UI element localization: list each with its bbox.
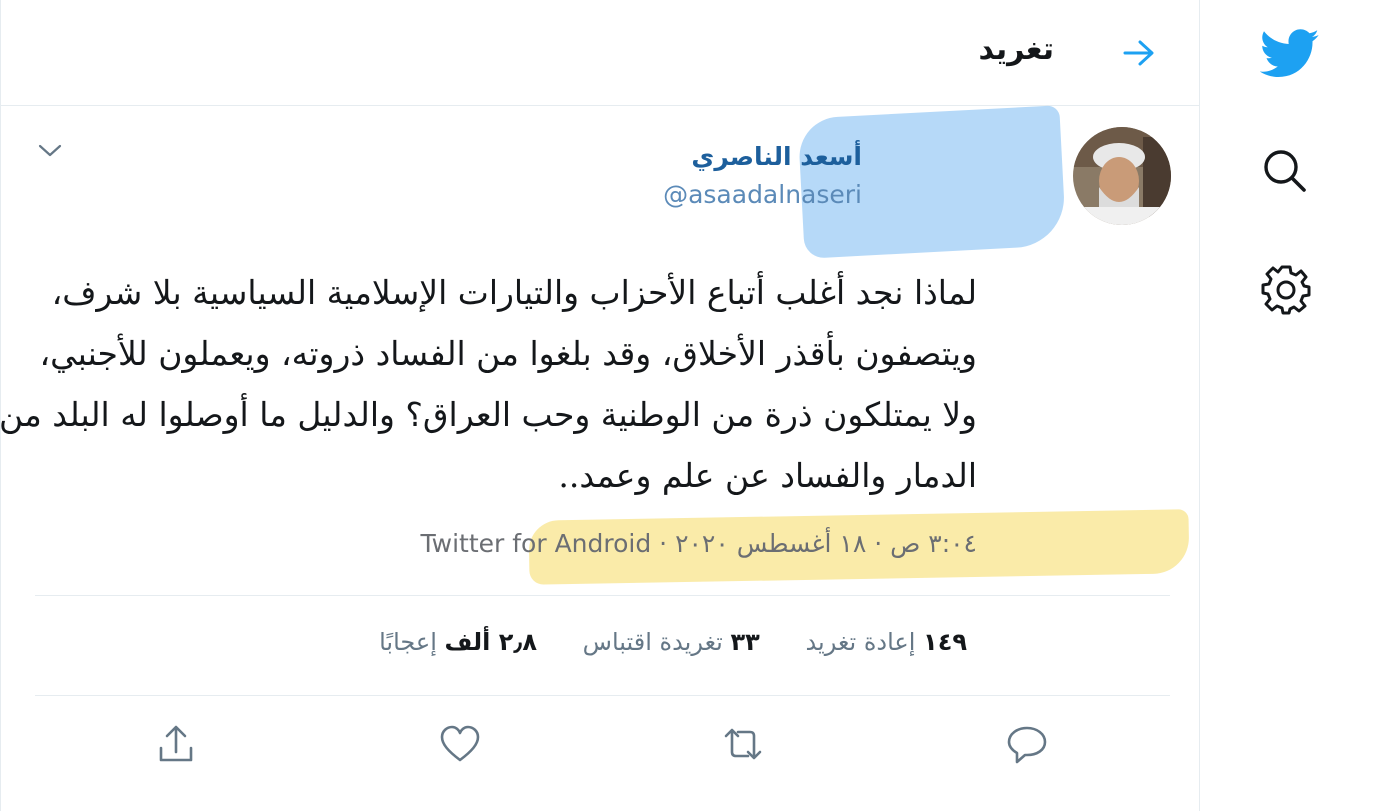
- tweet-text: لماذا نجد أغلب أتباع الأحزاب والتيارات ا…: [0, 262, 977, 506]
- header: تغريد: [1, 0, 1200, 106]
- side-nav: [1200, 0, 1390, 811]
- tweet-text-line: ولا يمتلكون ذرة من الوطنية وحب العراق؟ و…: [0, 395, 977, 434]
- quotes-count: ٣٣: [730, 628, 760, 656]
- back-arrow-icon[interactable]: [1121, 38, 1157, 68]
- retweets-stat[interactable]: ١٤٩ إعادة تغريد: [805, 628, 967, 656]
- retweets-count: ١٤٩: [923, 628, 967, 656]
- chevron-down-icon[interactable]: [37, 140, 63, 160]
- avatar[interactable]: [1073, 127, 1171, 225]
- tweet-stats: ١٤٩ إعادة تغريد ٣٣ تغريدة اقتباس ٢٫٨ ألف…: [341, 628, 967, 656]
- likes-count: ٢٫٨ ألف: [444, 628, 537, 656]
- tweet-text-line: لماذا نجد أغلب أتباع الأحزاب والتيارات ا…: [51, 273, 977, 312]
- author-handle[interactable]: @asaadalnaseri: [663, 180, 862, 209]
- quotes-stat[interactable]: ٣٣ تغريدة اقتباس: [583, 628, 760, 656]
- gear-icon[interactable]: [1260, 263, 1312, 315]
- quotes-label: تغريدة اقتباس: [582, 628, 723, 656]
- divider: [35, 595, 1170, 596]
- twitter-bird-icon[interactable]: [1260, 28, 1320, 80]
- search-icon[interactable]: [1260, 146, 1310, 196]
- author-name[interactable]: أسعد الناصري: [691, 142, 862, 171]
- tweet-column: تغريد أسعد الناصري @asaadalnaseri لماذا …: [0, 0, 1200, 811]
- tweet-text-line: ويتصفون بأقذر الأخلاق، وقد بلغوا من الفس…: [39, 334, 977, 373]
- heart-icon[interactable]: [438, 722, 482, 766]
- retweet-icon[interactable]: [720, 722, 766, 766]
- likes-stat[interactable]: ٢٫٨ ألف إعجابًا: [379, 628, 537, 656]
- tweet-text-line: الدمار والفساد عن علم وعمد..: [558, 456, 977, 495]
- share-icon[interactable]: [154, 722, 198, 766]
- tweet-timestamp[interactable]: ٣:٠٤ ص · ١٨ أغسطس ٢٠٢٠ · Twitter for And…: [421, 529, 977, 558]
- page-title: تغريد: [978, 32, 1054, 67]
- divider: [35, 695, 1170, 696]
- retweets-label: إعادة تغريد: [805, 628, 916, 656]
- reply-icon[interactable]: [1005, 722, 1049, 766]
- likes-label: إعجابًا: [379, 628, 437, 656]
